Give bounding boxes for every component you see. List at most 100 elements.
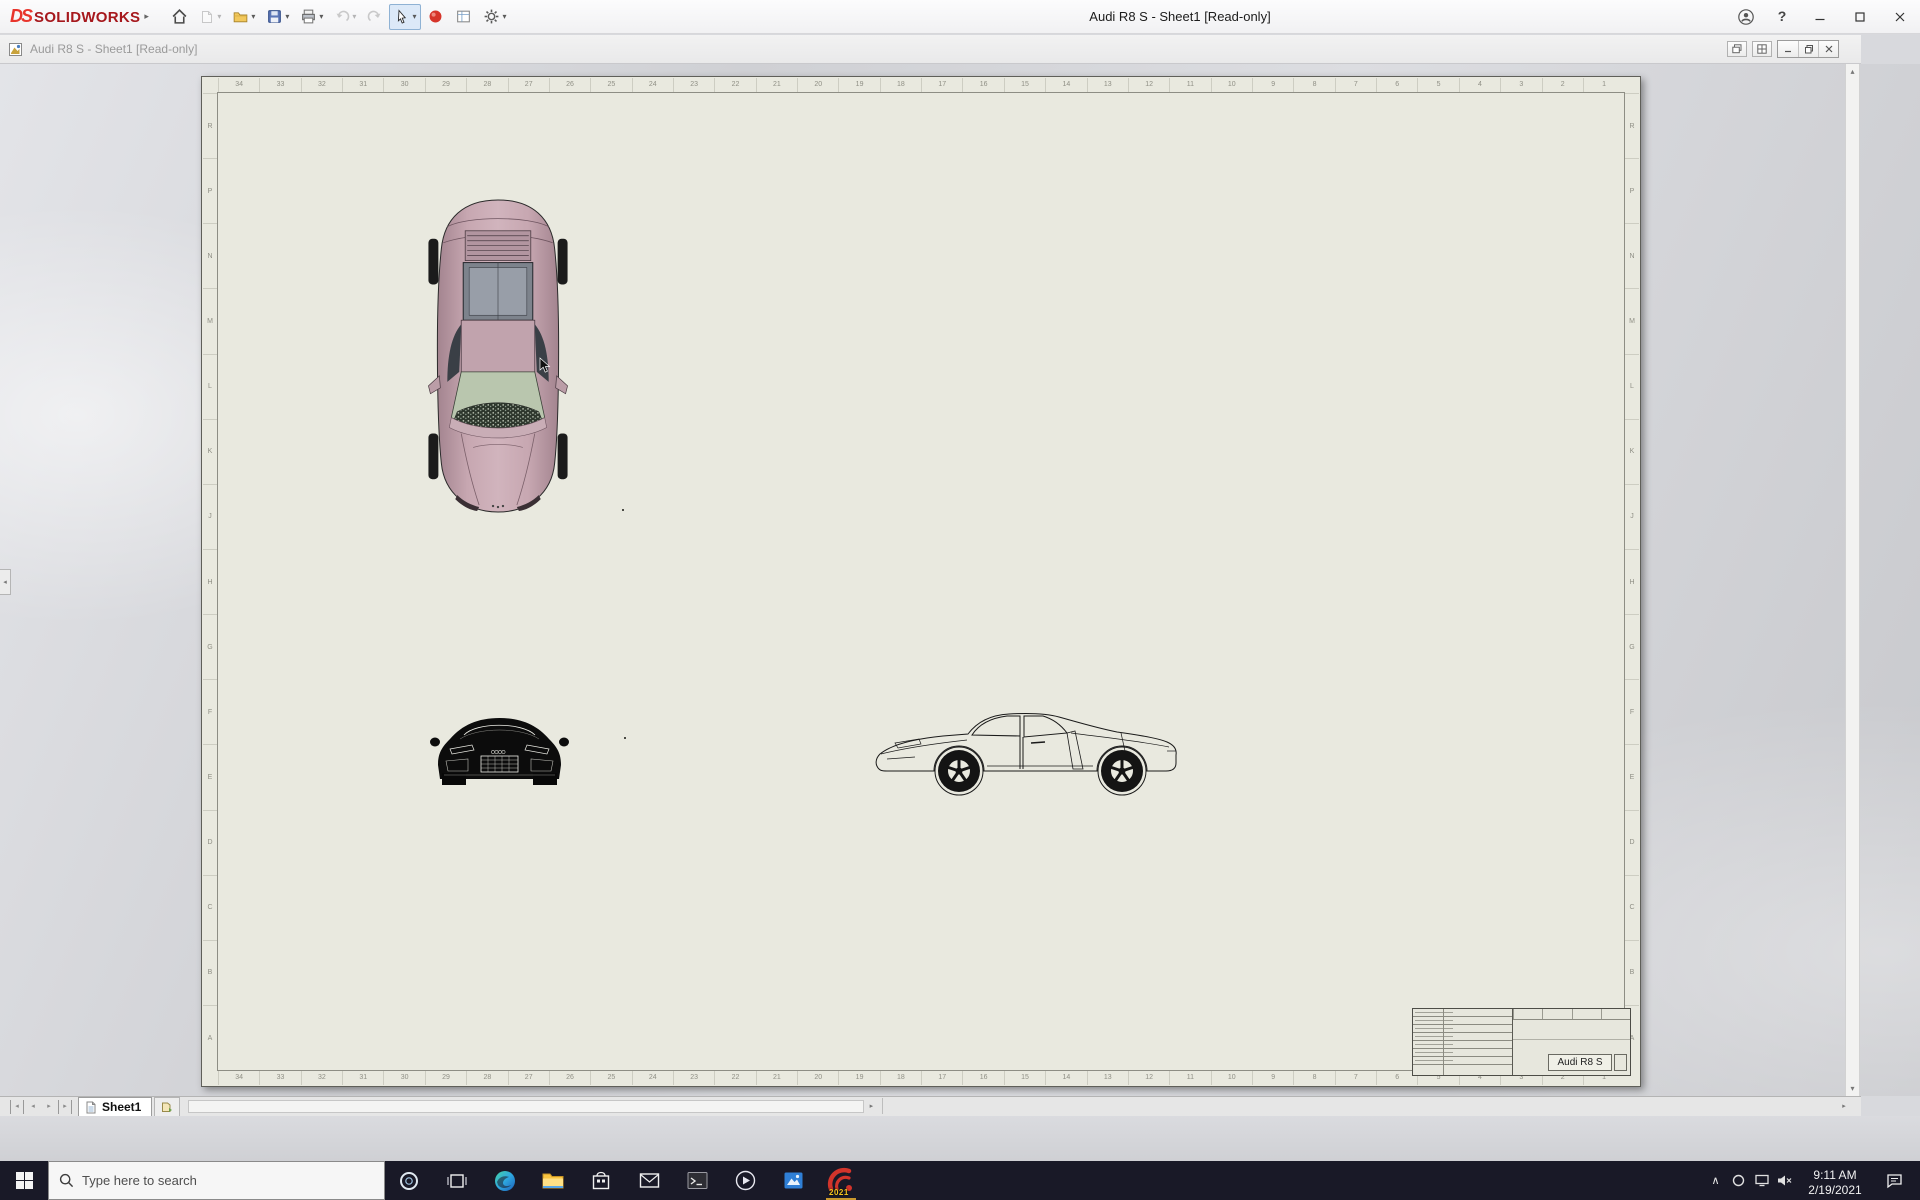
zone-number: 2 bbox=[1541, 78, 1583, 92]
doc-minimize-button[interactable] bbox=[1778, 41, 1798, 57]
title-block-table bbox=[1413, 1009, 1513, 1075]
zone-number: 29 bbox=[424, 78, 466, 92]
first-sheet-button[interactable] bbox=[10, 1100, 24, 1114]
drawing-view-side[interactable] bbox=[871, 707, 1186, 803]
file-explorer-button[interactable] bbox=[529, 1161, 577, 1200]
doc-restore-icon bbox=[1804, 45, 1813, 54]
zone-number: 13 bbox=[1086, 78, 1128, 92]
select-dropdown-icon[interactable] bbox=[412, 12, 416, 21]
doc-tile-button[interactable] bbox=[1752, 41, 1772, 57]
sheet-format-button[interactable] bbox=[450, 4, 477, 30]
zone-letter: E bbox=[1625, 744, 1639, 809]
zone-number: 16 bbox=[962, 1071, 1003, 1085]
save-dropdown-icon[interactable] bbox=[285, 12, 289, 21]
zone-number: 4 bbox=[1458, 78, 1500, 92]
doc-restore-button[interactable] bbox=[1798, 41, 1818, 57]
open-button[interactable] bbox=[227, 4, 260, 30]
vertical-scrollbar[interactable] bbox=[1845, 64, 1860, 1096]
zone-letter: M bbox=[1625, 288, 1639, 353]
terminal-button[interactable] bbox=[673, 1161, 721, 1200]
zone-letter: K bbox=[203, 418, 217, 484]
media-player-button[interactable] bbox=[721, 1161, 769, 1200]
new-dropdown-icon[interactable] bbox=[217, 12, 221, 21]
cortana-button[interactable] bbox=[385, 1161, 433, 1200]
save-icon bbox=[268, 10, 282, 23]
redo-icon bbox=[368, 10, 381, 21]
hidden-icons-caret[interactable] bbox=[1704, 1161, 1727, 1200]
zone-number: 18 bbox=[879, 78, 921, 92]
add-sheet-button[interactable] bbox=[154, 1097, 181, 1116]
horizontal-scrollbar[interactable] bbox=[188, 1100, 865, 1113]
drawing-view-front[interactable] bbox=[430, 709, 569, 804]
search-icon bbox=[59, 1173, 74, 1188]
zone-number: 19 bbox=[838, 1071, 879, 1085]
undo-dropdown-icon[interactable] bbox=[352, 12, 356, 21]
system-tray: 9:11 AM 2/19/2021 bbox=[1704, 1161, 1920, 1200]
red-sphere-icon bbox=[430, 10, 442, 23]
sheet-zone-ruler-right: RPNMLKJHGFEDCBA bbox=[1625, 93, 1639, 1070]
cascade-windows-icon bbox=[1732, 44, 1742, 54]
minimize-button[interactable] bbox=[1800, 0, 1840, 34]
task-view-button[interactable] bbox=[433, 1161, 481, 1200]
solidworks-taskbar-button[interactable]: 2021 bbox=[817, 1161, 865, 1200]
maximize-button[interactable] bbox=[1840, 0, 1880, 34]
home-button[interactable] bbox=[166, 4, 193, 30]
title-block[interactable]: Audi R8 S bbox=[1412, 1008, 1631, 1076]
tray-circle-icon[interactable] bbox=[1727, 1161, 1750, 1200]
action-center-button[interactable] bbox=[1874, 1173, 1914, 1189]
zone-number: 34 bbox=[218, 1071, 259, 1085]
redo-button[interactable] bbox=[362, 4, 388, 30]
red-sphere-button[interactable] bbox=[422, 4, 449, 30]
scroll-up-icon[interactable] bbox=[1846, 64, 1859, 79]
taskbar-search-input[interactable] bbox=[82, 1173, 384, 1188]
store-button[interactable] bbox=[577, 1161, 625, 1200]
new-document-button[interactable] bbox=[194, 4, 226, 30]
tab-sheet1[interactable]: Sheet1 bbox=[78, 1097, 153, 1116]
last-sheet-button[interactable] bbox=[58, 1100, 72, 1114]
drawing-sheet[interactable]: 34 33 32 31 30 29 28 27 26 25 24 23 22 21 20 19 18 17 16 15… bbox=[201, 76, 1641, 1087]
zone-number: 11 bbox=[1169, 1071, 1210, 1085]
zone-letter: F bbox=[203, 679, 217, 744]
select-tool-button[interactable] bbox=[389, 3, 422, 30]
minimize-icon bbox=[1815, 18, 1825, 20]
menu-expand-chevron-icon[interactable] bbox=[144, 11, 158, 22]
help-button[interactable] bbox=[1764, 0, 1800, 34]
zone-letter: A bbox=[203, 1004, 217, 1070]
doc-close-button[interactable] bbox=[1818, 41, 1838, 57]
app-titlebar: DS SOLIDWORKS ▸ ▾ ▾ ▾ ▾ ▾ ▾ ▾ Audi R8 S … bbox=[0, 0, 1920, 34]
close-button[interactable] bbox=[1880, 0, 1920, 34]
tab-bar-overflow-icon[interactable] bbox=[1837, 1100, 1851, 1113]
save-button[interactable] bbox=[261, 4, 294, 30]
zone-number: 25 bbox=[590, 78, 631, 92]
edge-button[interactable] bbox=[481, 1161, 529, 1200]
feature-pane-flyout[interactable] bbox=[0, 569, 11, 595]
taskbar-search[interactable] bbox=[48, 1161, 385, 1200]
zone-letter: P bbox=[1625, 158, 1639, 223]
zone-letter: D bbox=[203, 809, 217, 875]
zone-number: 12 bbox=[1127, 1071, 1169, 1085]
volume-muted-icon[interactable] bbox=[1773, 1161, 1796, 1200]
window-title: Audi R8 S - Sheet1 [Read-only] bbox=[1089, 9, 1271, 24]
options-button[interactable] bbox=[478, 4, 511, 30]
scroll-down-icon[interactable] bbox=[1846, 1081, 1859, 1096]
zone-number: 31 bbox=[342, 1071, 383, 1085]
photos-button[interactable] bbox=[769, 1161, 817, 1200]
doc-cascade-button[interactable] bbox=[1727, 41, 1747, 57]
graphics-area[interactable]: 34 33 32 31 30 29 28 27 26 25 24 23 22 21 20 19 18 17 16 15… bbox=[0, 64, 1920, 1096]
user-account-button[interactable] bbox=[1728, 0, 1764, 34]
previous-sheet-button[interactable] bbox=[26, 1100, 40, 1114]
mail-button[interactable] bbox=[625, 1161, 673, 1200]
start-button[interactable] bbox=[0, 1161, 48, 1200]
taskbar-clock[interactable]: 9:11 AM 2/19/2021 bbox=[1796, 1164, 1874, 1198]
print-button[interactable] bbox=[295, 4, 328, 30]
print-dropdown-icon[interactable] bbox=[319, 12, 323, 21]
options-dropdown-icon[interactable] bbox=[502, 12, 506, 21]
task-view-icon bbox=[447, 1173, 467, 1188]
undo-button[interactable] bbox=[329, 4, 361, 30]
scroll-right-icon[interactable] bbox=[864, 1100, 878, 1113]
open-dropdown-icon[interactable] bbox=[251, 12, 255, 21]
next-sheet-button[interactable] bbox=[42, 1100, 56, 1114]
tray-display-icon[interactable] bbox=[1750, 1161, 1773, 1200]
tab-bar-divider bbox=[882, 1098, 884, 1114]
sheet-tab-bar: Sheet1 bbox=[0, 1096, 1861, 1116]
